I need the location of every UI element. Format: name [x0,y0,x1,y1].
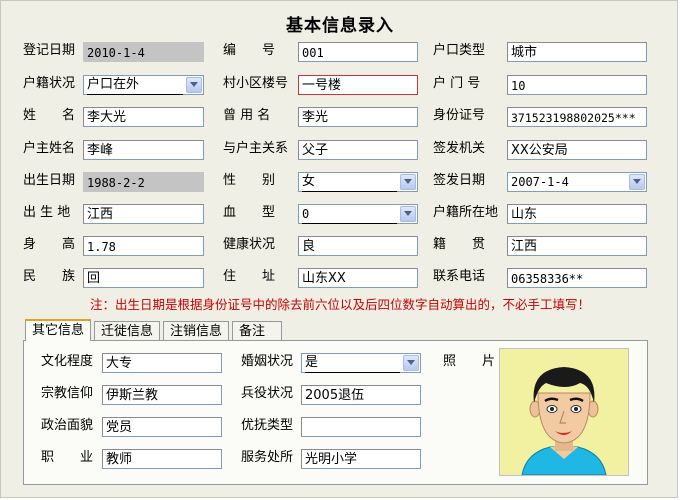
label-religion: 宗教信仰 [41,386,94,401]
native-place-field[interactable]: 江西 [507,236,647,256]
label-hukou-place: 户籍所在地 [433,205,499,220]
height-field[interactable]: 1.78 [83,236,204,256]
label-service-place: 服务处所 [241,450,294,465]
hukou-status-value: 户口在外 [87,76,183,95]
ethnicity-field[interactable]: 回 [83,268,204,288]
label-blood-type: 血 型 [223,205,276,220]
issue-date-value: 2007-1-4 [511,175,569,189]
label-politics: 政治面貌 [41,418,94,433]
former-name-field[interactable]: 李光 [298,107,418,127]
hukou-type-field[interactable]: 城市 [507,42,647,62]
door-field[interactable]: 10 [507,75,647,95]
service-place-field[interactable]: 光明小学 [301,449,421,469]
issue-date-picker[interactable]: 2007-1-4 [507,172,647,192]
label-birth-date: 出生日期 [23,173,76,188]
label-householder: 户主姓名 [23,141,76,156]
gender-select[interactable]: 女 [298,172,418,192]
chevron-down-icon[interactable] [403,355,419,371]
health-field[interactable]: 良 [298,236,418,256]
birth-date-field[interactable]: 1988-2-2 [83,172,204,192]
id-no-field[interactable]: 371523198802025*** [507,107,647,127]
avatar-portrait [521,367,607,476]
householder-field[interactable]: 李峰 [83,140,204,160]
gender-value: 女 [302,173,397,192]
phone-field[interactable]: 06358336** [507,268,647,288]
page-title: 基本信息录入 [286,16,394,36]
religion-field[interactable]: 伊斯兰教 [102,385,222,405]
military-field[interactable]: 2005退伍 [301,385,421,405]
label-door: 户 门 号 [433,76,481,91]
blood-type-value: 0 [302,205,397,224]
hukou-place-field[interactable]: 山东 [507,204,647,224]
label-issue-date: 签发日期 [433,173,486,188]
job-field[interactable]: 教师 [102,449,222,469]
label-number: 编 号 [223,43,276,58]
label-issuer: 签发机关 [433,141,486,156]
label-gender: 性 别 [223,173,276,188]
tab-migration-info[interactable]: 迁徙信息 [94,321,160,340]
hukou-status-select[interactable]: 户口在外 [83,75,204,95]
education-field[interactable]: 大专 [102,353,222,373]
form-window: 基本信息录入 登记日期 2010-1-4 编 号 001 户口类型 城市 户籍状… [0,0,678,498]
label-health: 健康状况 [223,237,276,252]
marriage-value: 是 [305,354,400,373]
birthplace-field[interactable]: 江西 [83,204,204,224]
chevron-down-icon[interactable] [400,174,416,190]
address-field[interactable]: 山东XX [298,268,418,288]
label-job: 职 业 [41,450,94,465]
birthdate-note: 注：出生日期是根据身份证号中的除去前六位以及后四位数字自动算出的，不必手工填写！ [89,297,590,312]
tab-cancellation-info[interactable]: 注销信息 [163,321,229,340]
blood-type-select[interactable]: 0 [298,204,418,224]
care-type-field[interactable] [301,417,421,437]
label-photo: 照 片 [443,354,496,369]
chevron-down-icon[interactable] [400,206,416,222]
name-field[interactable]: 李大光 [83,107,204,127]
building-field[interactable]: 一号楼 [298,75,418,95]
label-relation: 与户主关系 [223,141,289,156]
label-hukou-type: 户口类型 [433,43,486,58]
chevron-down-icon[interactable] [629,174,645,190]
label-birthplace: 出 生 地 [23,205,71,220]
label-height: 身 高 [23,237,76,252]
relation-field[interactable]: 父子 [298,140,418,160]
issuer-field[interactable]: XX公安局 [507,140,647,160]
label-building: 村小区楼号 [223,76,289,91]
label-former-name: 曾 用 名 [223,108,271,123]
photo-box[interactable] [499,348,629,476]
label-ethnicity: 民 族 [23,269,76,284]
label-military: 兵役状况 [241,386,294,401]
tab-other-info[interactable]: 其它信息 [25,319,91,341]
number-field[interactable]: 001 [298,42,418,62]
label-care-type: 优抚类型 [241,418,294,433]
label-native-place: 籍 贯 [433,237,486,252]
label-hukou-status: 户籍状况 [23,76,76,91]
chevron-down-icon[interactable] [186,77,202,93]
label-education: 文化程度 [41,354,94,369]
label-id-no: 身份证号 [433,108,486,123]
label-address: 住 址 [223,269,276,284]
label-reg-date: 登记日期 [23,43,76,58]
label-name: 姓 名 [23,108,76,123]
tab-remarks[interactable]: 备注 [232,321,282,340]
label-phone: 联系电话 [433,269,486,284]
politics-field[interactable]: 党员 [102,417,222,437]
marriage-select[interactable]: 是 [301,353,421,373]
reg-date-field[interactable]: 2010-1-4 [83,42,204,62]
label-marriage: 婚姻状况 [241,354,294,369]
